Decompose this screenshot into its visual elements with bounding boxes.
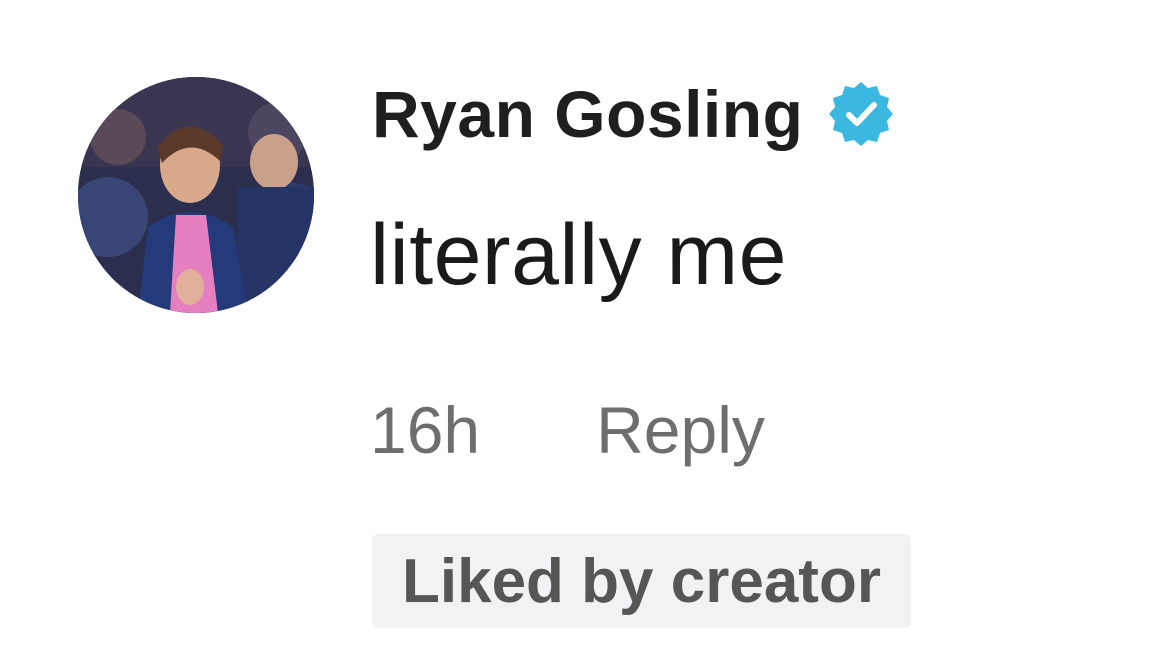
comment-item: Ryan Gosling literally me 16h Reply Like… bbox=[0, 0, 1165, 666]
profile-photo bbox=[78, 77, 314, 313]
username[interactable]: Ryan Gosling bbox=[372, 76, 803, 152]
verified-badge-icon bbox=[827, 80, 895, 148]
liked-by-creator-badge: Liked by creator bbox=[372, 534, 911, 628]
comment-meta: 16h Reply bbox=[370, 392, 765, 468]
avatar[interactable] bbox=[78, 77, 314, 313]
comment-text: literally me bbox=[370, 207, 787, 303]
timestamp: 16h bbox=[370, 393, 481, 467]
username-row: Ryan Gosling bbox=[372, 72, 895, 156]
reply-button[interactable]: Reply bbox=[596, 392, 765, 468]
